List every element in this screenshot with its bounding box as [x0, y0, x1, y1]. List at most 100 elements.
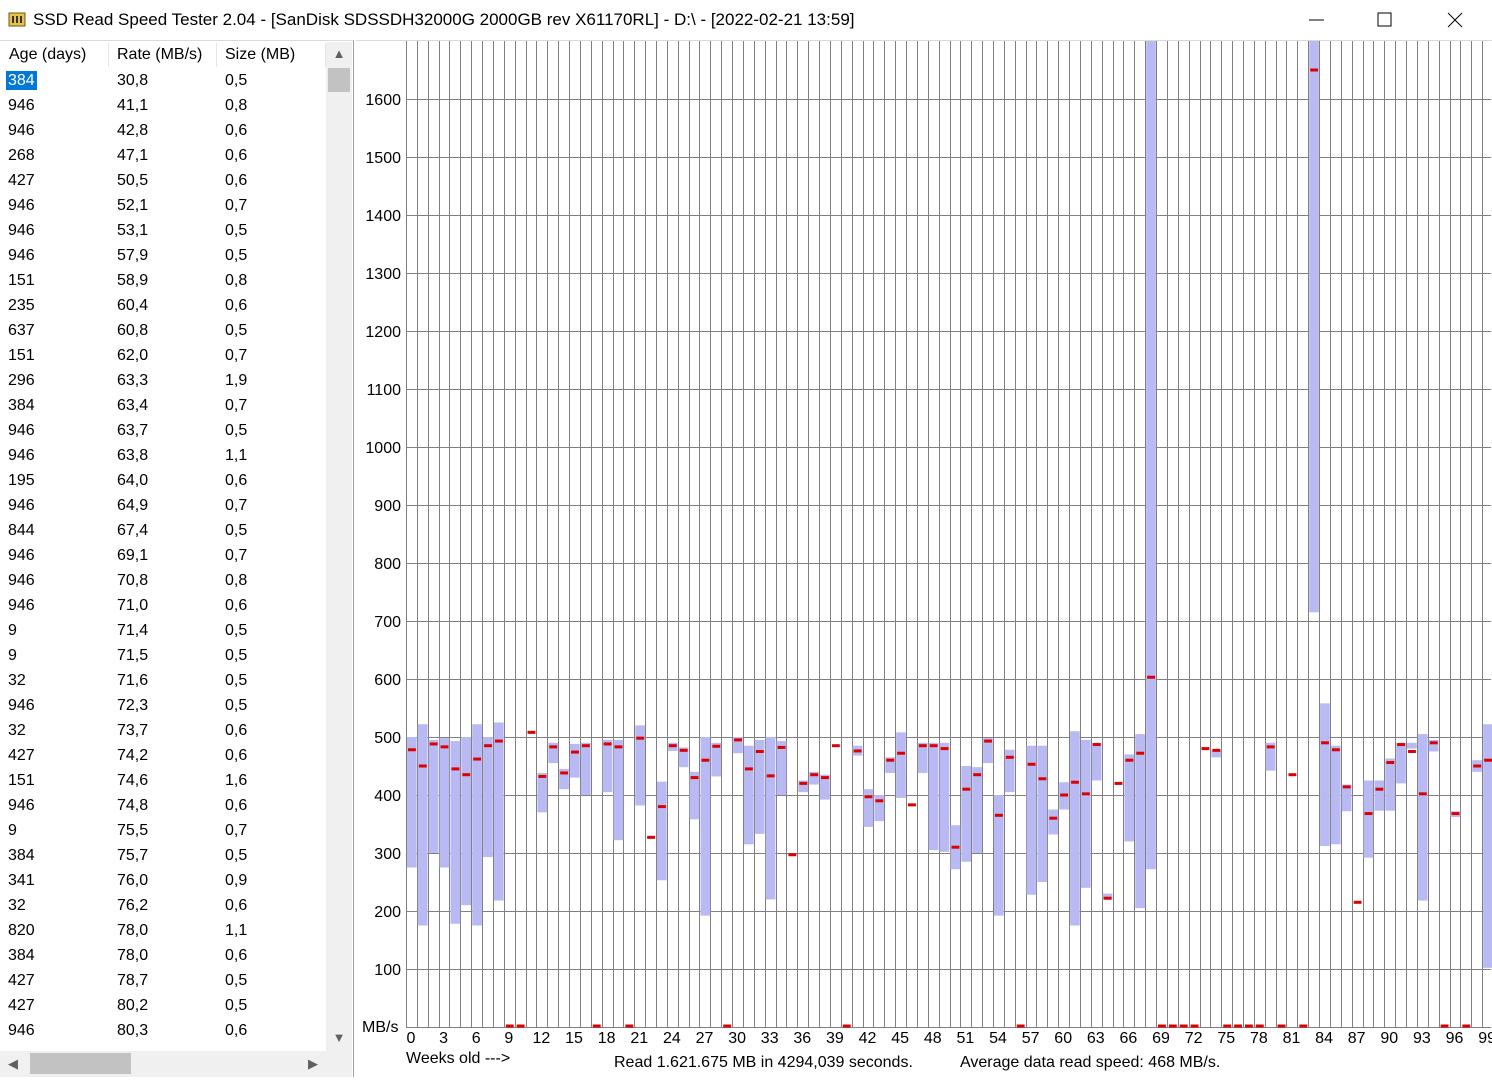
minimize-button[interactable] [1284, 0, 1354, 40]
x-tick-label: 18 [598, 1030, 616, 1047]
average-marker [886, 758, 895, 762]
list-row[interactable]: 151 62,0 0,7 [0, 343, 326, 368]
average-marker [1277, 1024, 1286, 1028]
list-row[interactable]: 946 52,1 0,7 [0, 193, 326, 218]
rate-cell: 74,2 [117, 747, 149, 764]
horizontal-scrollbar[interactable]: ◀ ▶ [0, 1051, 326, 1077]
list-row[interactable]: 384 30,8 0,5 [0, 68, 326, 93]
range-bar [743, 745, 754, 845]
range-bar [407, 737, 417, 868]
size-cell: 1,9 [225, 372, 248, 389]
list-row[interactable]: 946 70,8 0,8 [0, 568, 326, 593]
age-cell: 820 [8, 922, 35, 939]
age-cell: 9 [8, 647, 17, 664]
list-row[interactable]: 195 64,0 0,6 [0, 468, 326, 493]
average-marker [755, 750, 764, 753]
y-tick-label: 1400 [365, 208, 401, 225]
maximize-icon [1377, 12, 1392, 27]
list-row[interactable]: 946 71,0 0,6 [0, 593, 326, 618]
list-row[interactable]: 946 64,9 0,7 [0, 493, 326, 518]
rate-cell: 42,8 [117, 122, 149, 139]
range-bar [993, 795, 1004, 916]
list-row[interactable]: 637 60,8 0,5 [0, 318, 326, 343]
y-tick-label: 800 [374, 556, 401, 573]
rate-cell: 64,0 [117, 472, 149, 489]
range-bar [417, 724, 428, 926]
list-row[interactable]: 151 58,9 0,8 [0, 268, 326, 293]
rate-cell: 60,8 [117, 322, 149, 339]
rate-cell: 70,8 [117, 572, 149, 589]
scroll-up-icon[interactable]: ▲ [326, 46, 352, 61]
horizontal-scroll-thumb[interactable] [30, 1053, 131, 1074]
rate-cell: 63,8 [117, 447, 149, 464]
list-row[interactable]: 946 41,1 0,8 [0, 93, 326, 118]
list-row[interactable]: 384 78,0 0,6 [0, 943, 326, 968]
list-row[interactable]: 268 47,1 0,6 [0, 143, 326, 168]
average-marker [473, 757, 482, 761]
average-marker [1038, 777, 1047, 781]
size-cell: 0,7 [225, 547, 248, 564]
average-marker [1092, 743, 1101, 747]
size-cell: 0,5 [225, 322, 248, 339]
average-marker [690, 776, 699, 780]
size-cell: 0,5 [225, 247, 248, 264]
list-row[interactable]: 151 74,6 1,6 [0, 768, 326, 793]
x-tick-label: 36 [793, 1030, 811, 1047]
vertical-scroll-thumb[interactable] [328, 68, 350, 92]
rate-cell: 76,2 [117, 897, 149, 914]
list-row[interactable]: 9 71,5 0,5 [0, 643, 326, 668]
list-row[interactable]: 844 67,4 0,5 [0, 518, 326, 543]
list-row[interactable]: 946 74,8 0,6 [0, 793, 326, 818]
column-header-age[interactable]: Age (days) [0, 43, 109, 67]
title-bar: SSD Read Speed Tester 2.04 - [SanDisk SD… [0, 0, 1492, 40]
range-bar [1330, 745, 1341, 845]
age-cell: 384 [8, 847, 35, 864]
list-row[interactable]: 32 71,6 0,5 [0, 668, 326, 693]
list-row[interactable]: 235 60,4 0,6 [0, 293, 326, 318]
age-cell: 946 [8, 1022, 35, 1039]
list-row[interactable]: 32 76,2 0,6 [0, 893, 326, 918]
list-row[interactable]: 946 80,3 0,6 [0, 1018, 326, 1043]
list-row[interactable]: 946 63,7 0,5 [0, 418, 326, 443]
average-marker [1299, 1024, 1308, 1028]
list-row[interactable]: 946 69,1 0,7 [0, 543, 326, 568]
scroll-left-icon[interactable]: ◀ [0, 1056, 26, 1072]
rate-cell: 64,9 [117, 497, 149, 514]
vertical-scrollbar[interactable]: ▲ ▼ [326, 42, 352, 1052]
rate-cell: 71,6 [117, 672, 149, 689]
y-tick-label: 1100 [367, 382, 402, 399]
average-marker [658, 805, 666, 809]
list-row[interactable]: 384 63,4 0,7 [0, 393, 326, 418]
list-row[interactable]: 946 63,8 1,1 [0, 443, 326, 468]
scroll-down-icon[interactable]: ▼ [326, 1030, 352, 1045]
range-bar [1320, 703, 1330, 847]
column-header-size[interactable]: Size (MB) [216, 43, 326, 67]
list-row[interactable]: 946 72,3 0,5 [0, 693, 326, 718]
rate-cell: 63,3 [117, 372, 149, 389]
close-button[interactable] [1422, 0, 1492, 40]
list-row[interactable]: 427 80,2 0,5 [0, 993, 326, 1018]
list-row[interactable]: 946 42,8 0,6 [0, 118, 326, 143]
list-row[interactable]: 427 78,7 0,5 [0, 968, 326, 993]
list-row[interactable]: 9 71,4 0,5 [0, 618, 326, 643]
list-row[interactable]: 427 74,2 0,6 [0, 743, 326, 768]
scroll-right-icon[interactable]: ▶ [300, 1056, 326, 1072]
list-row[interactable]: 946 57,9 0,5 [0, 243, 326, 268]
list-row[interactable]: 9 75,5 0,7 [0, 818, 326, 843]
maximize-button[interactable] [1352, 0, 1422, 40]
range-bar [972, 767, 982, 853]
list-row[interactable]: 341 76,0 0,9 [0, 868, 326, 893]
size-cell: 0,5 [225, 997, 248, 1014]
average-marker [908, 803, 916, 807]
close-icon [1447, 12, 1463, 28]
list-row[interactable]: 820 78,0 1,1 [0, 918, 326, 943]
list-row[interactable]: 296 63,3 1,9 [0, 368, 326, 393]
list-row[interactable]: 427 50,5 0,6 [0, 168, 326, 193]
range-bar [570, 743, 580, 778]
column-header-rate[interactable]: Rate (MB/s) [108, 43, 217, 67]
range-bar [961, 766, 972, 862]
list-row[interactable]: 32 73,7 0,6 [0, 718, 326, 743]
rate-cell: 72,3 [117, 697, 149, 714]
list-row[interactable]: 384 75,7 0,5 [0, 843, 326, 868]
list-row[interactable]: 946 53,1 0,5 [0, 218, 326, 243]
